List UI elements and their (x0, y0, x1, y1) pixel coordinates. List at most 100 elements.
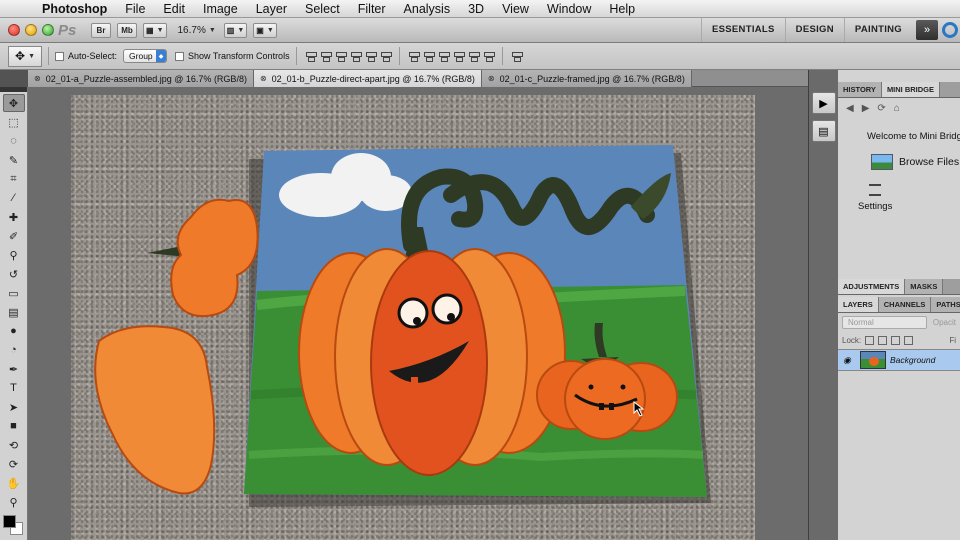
quick-select-tool-button[interactable]: ✎ (3, 151, 25, 169)
auto-select-target-select[interactable]: Group ◆ (123, 49, 168, 63)
close-tab-icon[interactable]: ⊗ (260, 74, 267, 83)
workspace-painting[interactable]: PAINTING (843, 18, 912, 42)
align-horizontal-center-icon[interactable] (365, 50, 377, 62)
menu-filter[interactable]: Filter (349, 0, 395, 18)
healing-brush-tool-button[interactable]: ✚ (3, 208, 25, 226)
blend-mode-select[interactable]: Normal (842, 315, 927, 329)
screen-mode-button[interactable]: ▣ ▼ (253, 22, 277, 38)
menu-select[interactable]: Select (296, 0, 349, 18)
document-canvas-area[interactable] (28, 87, 808, 540)
menu-file[interactable]: File (116, 0, 154, 18)
tab-history[interactable]: HISTORY (838, 82, 882, 97)
menu-photoshop[interactable]: Photoshop (38, 0, 116, 18)
blur-tool-button[interactable]: ● (3, 322, 25, 340)
distribute-left-icon[interactable] (453, 50, 465, 62)
document-tab-bar: ⊗ 02_01-a_Puzzle-assembled.jpg @ 16.7% (… (28, 70, 808, 87)
home-icon[interactable]: ⌂ (894, 103, 900, 114)
menu-image[interactable]: Image (194, 0, 247, 18)
zoom-dropdown-icon[interactable]: ▼ (209, 27, 216, 34)
foreground-color-swatch[interactable] (3, 515, 16, 528)
brush-tool-button[interactable]: ✐ (3, 227, 25, 245)
tab-adjustments[interactable]: ADJUSTMENTS (838, 279, 906, 294)
lock-position-icon[interactable] (891, 335, 901, 345)
tool-preset-picker[interactable]: ✥ ▼ (8, 45, 42, 67)
menu-help[interactable]: Help (600, 0, 644, 18)
forward-arrow-icon[interactable]: ▶ (862, 103, 870, 114)
zoom-level[interactable]: 16.7% (178, 25, 206, 36)
menu-edit[interactable]: Edit (154, 0, 194, 18)
zoom-tool-button[interactable]: ⚲ (3, 493, 25, 511)
visibility-eye-icon[interactable]: ◉ (838, 355, 856, 366)
close-tab-icon[interactable]: ⊗ (34, 74, 41, 83)
distribute-bottom-icon[interactable] (438, 50, 450, 62)
minimize-window-button[interactable] (25, 24, 37, 36)
move-tool-button[interactable]: ✥ (2, 94, 25, 112)
tab-channels[interactable]: CHANNELS (878, 297, 932, 312)
align-bottom-icon[interactable] (335, 50, 347, 62)
pen-tool-button[interactable]: ✒ (3, 360, 25, 378)
document-tab-assembled[interactable]: ⊗ 02_01-a_Puzzle-assembled.jpg @ 16.7% (… (28, 70, 254, 87)
settings-button[interactable]: Settings (838, 170, 960, 212)
path-selection-tool-button[interactable]: ➤ (3, 398, 25, 416)
shape-tool-button[interactable]: ■ (3, 417, 25, 435)
crop-tool-button[interactable]: ⌗ (3, 170, 25, 188)
tab-paths[interactable]: PATHS (931, 297, 960, 312)
align-top-icon[interactable] (305, 50, 317, 62)
align-right-icon[interactable] (380, 50, 392, 62)
workspace-essentials[interactable]: ESSENTIALS (701, 18, 785, 42)
distribute-right-icon[interactable] (483, 50, 495, 62)
3d-rotate-tool-button[interactable]: ⟲ (3, 436, 25, 454)
browse-files-button[interactable]: Browse Files (838, 142, 960, 170)
marquee-tool-button[interactable]: ⬚ (3, 113, 25, 131)
layer-row-background[interactable]: ◉ Background (838, 349, 960, 371)
eraser-tool-button[interactable]: ▭ (3, 284, 25, 302)
arrange-documents-button[interactable]: ▥ ▼ (223, 22, 248, 38)
back-arrow-icon[interactable]: ◀ (846, 103, 854, 114)
refresh-icon[interactable]: ⟳ (877, 103, 885, 114)
close-tab-icon[interactable]: ⊗ (488, 74, 495, 83)
document-tab-framed[interactable]: ⊗ 02_01-c_Puzzle-framed.jpg @ 16.7% (RGB… (481, 70, 692, 87)
gradient-tool-button[interactable]: ▤ (3, 303, 25, 321)
zoom-window-button[interactable] (42, 24, 54, 36)
workspace-design[interactable]: DESIGN (784, 18, 844, 42)
distribute-vertical-center-icon[interactable] (423, 50, 435, 62)
eyedropper-tool-button[interactable]: ⁄ (3, 189, 25, 207)
lock-transparent-icon[interactable] (865, 335, 875, 345)
menu-analysis[interactable]: Analysis (395, 0, 460, 18)
distribute-horizontal-center-icon[interactable] (468, 50, 480, 62)
menu-window[interactable]: Window (538, 0, 600, 18)
document-tab-direct-apart[interactable]: ⊗ 02_01-b_Puzzle-direct-apart.jpg @ 16.7… (253, 70, 482, 87)
close-window-button[interactable] (8, 24, 20, 36)
3d-orbit-tool-button[interactable]: ⟳ (3, 455, 25, 473)
more-workspaces-button[interactable]: » (916, 20, 938, 40)
lock-all-icon[interactable] (904, 335, 914, 345)
tab-mini-bridge[interactable]: MINI BRIDGE (881, 82, 941, 97)
panel-toggle-button[interactable]: ▤ (811, 120, 836, 142)
view-extras-button[interactable]: ▦ ▼ (143, 22, 167, 38)
lock-image-icon[interactable] (878, 335, 888, 345)
history-brush-tool-button[interactable]: ↺ (3, 265, 25, 283)
hand-tool-button[interactable]: ✋ (3, 474, 25, 492)
clone-stamp-tool-button[interactable]: ⚲ (3, 246, 25, 264)
lasso-tool-button[interactable]: ◌ (3, 132, 25, 150)
type-tool-button[interactable]: T (3, 379, 25, 397)
launch-mini-bridge-button[interactable]: Mb (117, 22, 137, 38)
align-vertical-center-icon[interactable] (320, 50, 332, 62)
align-left-icon[interactable] (350, 50, 362, 62)
menu-3d[interactable]: 3D (459, 0, 493, 18)
document-image[interactable] (71, 95, 755, 540)
panel-toggle-button[interactable]: ▶ (811, 92, 836, 114)
launch-bridge-button[interactable]: Br (91, 22, 111, 38)
tab-masks[interactable]: MASKS (905, 279, 944, 294)
cs-live-icon[interactable] (942, 22, 958, 38)
auto-select-checkbox[interactable]: Auto-Select: (55, 51, 117, 61)
dodge-tool-button[interactable]: ◔ (3, 341, 25, 359)
tab-layers[interactable]: LAYERS (838, 297, 879, 312)
tools-panel-header[interactable] (0, 87, 27, 92)
panels-dock: HISTORY MINI BRIDGE ◀ ▶ ⟳ ⌂ Welcome to M… (838, 70, 960, 540)
auto-align-layers-icon[interactable] (511, 50, 523, 62)
distribute-top-icon[interactable] (408, 50, 420, 62)
menu-layer[interactable]: Layer (247, 0, 296, 18)
menu-view[interactable]: View (493, 0, 538, 18)
show-transform-controls-checkbox[interactable]: Show Transform Controls (175, 51, 290, 61)
